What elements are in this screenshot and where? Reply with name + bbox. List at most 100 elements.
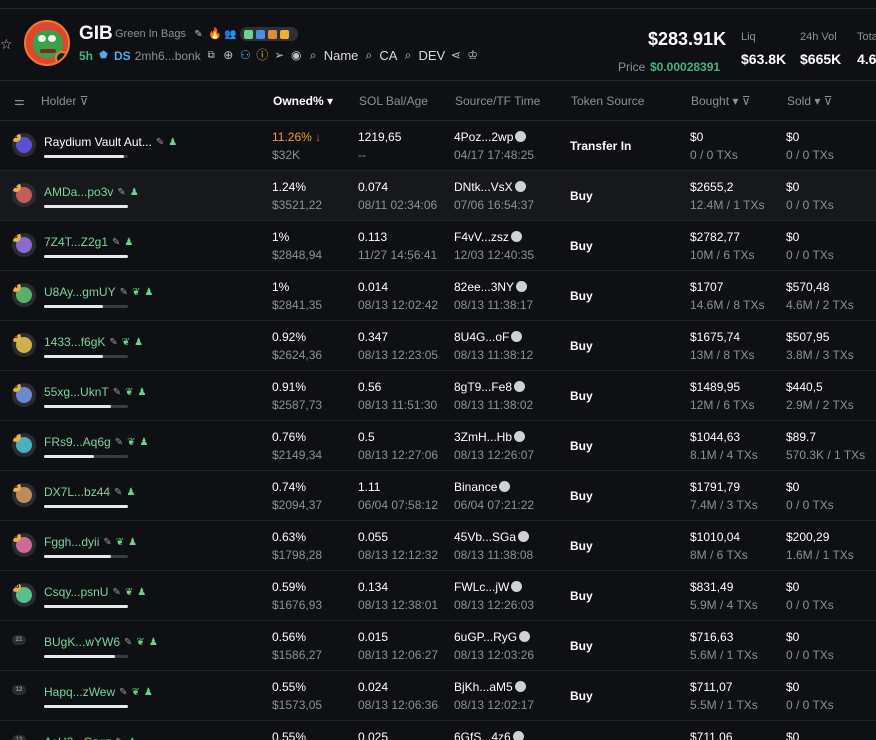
column-settings-icon[interactable]: ⚌ xyxy=(14,94,25,108)
search-dev-link[interactable]: DEV xyxy=(418,48,445,63)
holder-cell[interactable]: Raydium Vault Aut... ✎ ♟ xyxy=(44,135,177,149)
holder-cell[interactable]: 55xg...UknT ✎ ❦ ♟ xyxy=(44,385,146,399)
holder-address[interactable]: Hapq...zWew xyxy=(44,685,115,699)
ds-label[interactable]: DS xyxy=(114,49,131,63)
source-address[interactable]: 8gT9...Fe8 xyxy=(454,380,526,394)
holder-address[interactable]: Fggh...dyii xyxy=(44,535,99,549)
table-row[interactable]: 9 Fggh...dyii ✎ ❦ ♟ 0.63% $1798,28 0.055… xyxy=(0,521,876,571)
holder-cell[interactable]: U8Ay...gmUY ✎ ❦ ♟ xyxy=(44,285,153,299)
bought-txs: 5.5M / 1 TXs xyxy=(690,698,758,712)
telegram-icon[interactable]: ➢ xyxy=(273,49,286,62)
table-row[interactable]: 7 FRs9...Aq6g ✎ ❦ ♟ 0.76% $2149,34 0.5 0… xyxy=(0,421,876,471)
edit-label-icon[interactable]: ✎ xyxy=(120,287,128,298)
source-address[interactable]: Binance xyxy=(454,480,511,494)
edit-label-icon[interactable]: ✎ xyxy=(115,437,123,448)
edit-label-icon[interactable]: ✎ xyxy=(112,587,120,598)
holder-cell[interactable]: AcU2...Gzqz ✎ ♟ xyxy=(44,735,137,740)
table-row[interactable]: 21 BUgK...wYW6 ✎ ❦ ♟ 0.56% $1586,27 0.01… xyxy=(0,621,876,671)
holder-cell[interactable]: 7Z4T...Z2g1 ✎ ♟ xyxy=(44,235,133,249)
user-icon[interactable]: ⚇ xyxy=(239,49,252,62)
source-time: 08/13 12:03:26 xyxy=(454,648,535,662)
owned-percent: 0.76% xyxy=(272,430,307,444)
holder-cell[interactable]: FRs9...Aq6g ✎ ❦ ♟ xyxy=(44,435,148,449)
share-icon[interactable]: ⋖ xyxy=(449,49,462,62)
source-address[interactable]: F4vV...zsz xyxy=(454,230,522,244)
holder-address[interactable]: Raydium Vault Aut... xyxy=(44,135,152,149)
table-row[interactable]: 13 AcU2...Gzqz ✎ ♟ 0.55% 0.025 6GfS...4z… xyxy=(0,721,876,740)
source-address[interactable]: 4Poz...2wp xyxy=(454,130,527,144)
table-row[interactable]: 3 7Z4T...Z2g1 ✎ ♟ 1% $2848,94 0.113 11/2… xyxy=(0,221,876,271)
bought-txs: 5.9M / 4 TXs xyxy=(690,598,758,612)
holder-cell[interactable]: Csqy...psnU ✎ ❦ ♟ xyxy=(44,585,146,599)
holder-address[interactable]: FRs9...Aq6g xyxy=(44,435,111,449)
holder-cell[interactable]: Fggh...dyii ✎ ❦ ♟ xyxy=(44,535,137,549)
holder-cell[interactable]: AMDa...po3v ✎ ♟ xyxy=(44,185,139,199)
edit-label-icon[interactable]: ✎ xyxy=(109,337,117,348)
search-name-icon[interactable]: ⌕ xyxy=(307,49,320,62)
holder-address[interactable]: Csqy...psnU xyxy=(44,585,108,599)
warning-icon[interactable]: ⓘ xyxy=(256,49,269,62)
col-sol[interactable]: SOL Bal/Age xyxy=(359,94,428,108)
holder-address[interactable]: DX7L...bz44 xyxy=(44,485,110,499)
holder-avatar: 6 xyxy=(12,383,36,407)
source-address[interactable]: 82ee...3NY xyxy=(454,280,528,294)
table-row[interactable]: 2 AMDa...po3v ✎ ♟ 1.24% $3521,22 0.074 0… xyxy=(0,171,876,221)
source-address[interactable]: DNtk...VsX xyxy=(454,180,526,194)
source-address[interactable]: 45Vb...SGa xyxy=(454,530,530,544)
holder-address[interactable]: AcU2...Gzqz xyxy=(44,735,111,740)
search-ca-link[interactable]: CA xyxy=(379,48,397,63)
holder-address[interactable]: 55xg...UknT xyxy=(44,385,109,399)
source-address[interactable]: 8U4G...oF xyxy=(454,330,523,344)
col-source[interactable]: Source/TF Time xyxy=(455,94,540,108)
holder-cell[interactable]: BUgK...wYW6 ✎ ❦ ♟ xyxy=(44,635,158,649)
holder-cell[interactable]: 1433...f6gK ✎ ❦ ♟ xyxy=(44,335,143,349)
holder-address[interactable]: AMDa...po3v xyxy=(44,185,113,199)
table-row[interactable]: 6 55xg...UknT ✎ ❦ ♟ 0.91% $2587,73 0.56 … xyxy=(0,371,876,421)
table-row[interactable]: 8 DX7L...bz44 ✎ ♟ 0.74% $2094,37 1.11 06… xyxy=(0,471,876,521)
source-address[interactable]: 6uGP...RyG xyxy=(454,630,531,644)
col-token-source[interactable]: Token Source xyxy=(571,94,644,108)
globe-icon[interactable]: ⊕ xyxy=(222,49,235,62)
source-address[interactable]: BjKh...aM5 xyxy=(454,680,526,694)
table-row[interactable]: 10 Csqy...psnU ✎ ❦ ♟ 0.59% $1676,93 0.13… xyxy=(0,571,876,621)
holder-address[interactable]: BUgK...wYW6 xyxy=(44,635,120,649)
edit-label-icon[interactable]: ✎ xyxy=(114,487,122,498)
source-address[interactable]: 6GfS...4z6 xyxy=(454,730,524,740)
edit-label-icon[interactable]: ✎ xyxy=(117,187,125,198)
holder-cell[interactable]: Hapq...zWew ✎ ❦ ♟ xyxy=(44,685,153,699)
search-ca-icon[interactable]: ⌕ xyxy=(362,49,375,62)
pump-icon[interactable]: ◉ xyxy=(290,49,303,62)
edit-label-icon[interactable]: ✎ xyxy=(156,137,164,148)
sold-txs: 0 / 0 TXs xyxy=(786,648,834,662)
col-holder[interactable]: Holder ⊽ xyxy=(41,94,88,108)
edit-label-icon[interactable]: ✎ xyxy=(103,537,111,548)
table-row[interactable]: 1 Raydium Vault Aut... ✎ ♟ 11.26% ↓ $32K… xyxy=(0,121,876,171)
edit-label-icon[interactable]: ✎ xyxy=(113,387,121,398)
owned-usd: $2848,94 xyxy=(272,248,323,262)
holder-cell[interactable]: DX7L...bz44 ✎ ♟ xyxy=(44,485,135,499)
search-name-link[interactable]: Name xyxy=(324,48,359,63)
holder-address[interactable]: 7Z4T...Z2g1 xyxy=(44,235,108,249)
table-row[interactable]: 12 Hapq...zWew ✎ ❦ ♟ 0.55% $1573,05 0.02… xyxy=(0,671,876,721)
col-owned[interactable]: Owned% ▾ xyxy=(273,94,333,108)
col-sold[interactable]: Sold ▾ ⊽ xyxy=(787,94,833,108)
edit-label-icon[interactable]: ✎ xyxy=(119,687,127,698)
edit-label-icon[interactable]: ✎ xyxy=(112,237,120,248)
token-address[interactable]: 2mh6...bonk xyxy=(135,49,201,63)
bought-usd: $711,07 xyxy=(690,680,733,694)
copy-icon[interactable]: ⧉ xyxy=(205,49,218,62)
edit-label-icon[interactable]: ✎ xyxy=(124,637,132,648)
table-row[interactable]: 4 U8Ay...gmUY ✎ ❦ ♟ 1% $2841,35 0.014 08… xyxy=(0,271,876,321)
source-address[interactable]: 3ZmH...Hb xyxy=(454,430,526,444)
table-row[interactable]: 5 1433...f6gK ✎ ❦ ♟ 0.92% $2624,36 0.347… xyxy=(0,321,876,371)
edit-label-icon[interactable]: ✎ xyxy=(115,737,123,740)
holder-address[interactable]: U8Ay...gmUY xyxy=(44,285,116,299)
col-bought[interactable]: Bought ▾ ⊽ xyxy=(691,94,751,108)
crown-icon[interactable]: ♔ xyxy=(466,49,479,62)
edit-icon[interactable]: ✎ xyxy=(192,28,205,41)
source-address[interactable]: FWLc...jW xyxy=(454,580,523,594)
sold-txs: 1.6M / 1 TXs xyxy=(786,548,854,562)
favorite-star-icon[interactable]: ☆ xyxy=(0,37,14,51)
search-dev-icon[interactable]: ⌕ xyxy=(401,49,414,62)
holder-address[interactable]: 1433...f6gK xyxy=(44,335,105,349)
